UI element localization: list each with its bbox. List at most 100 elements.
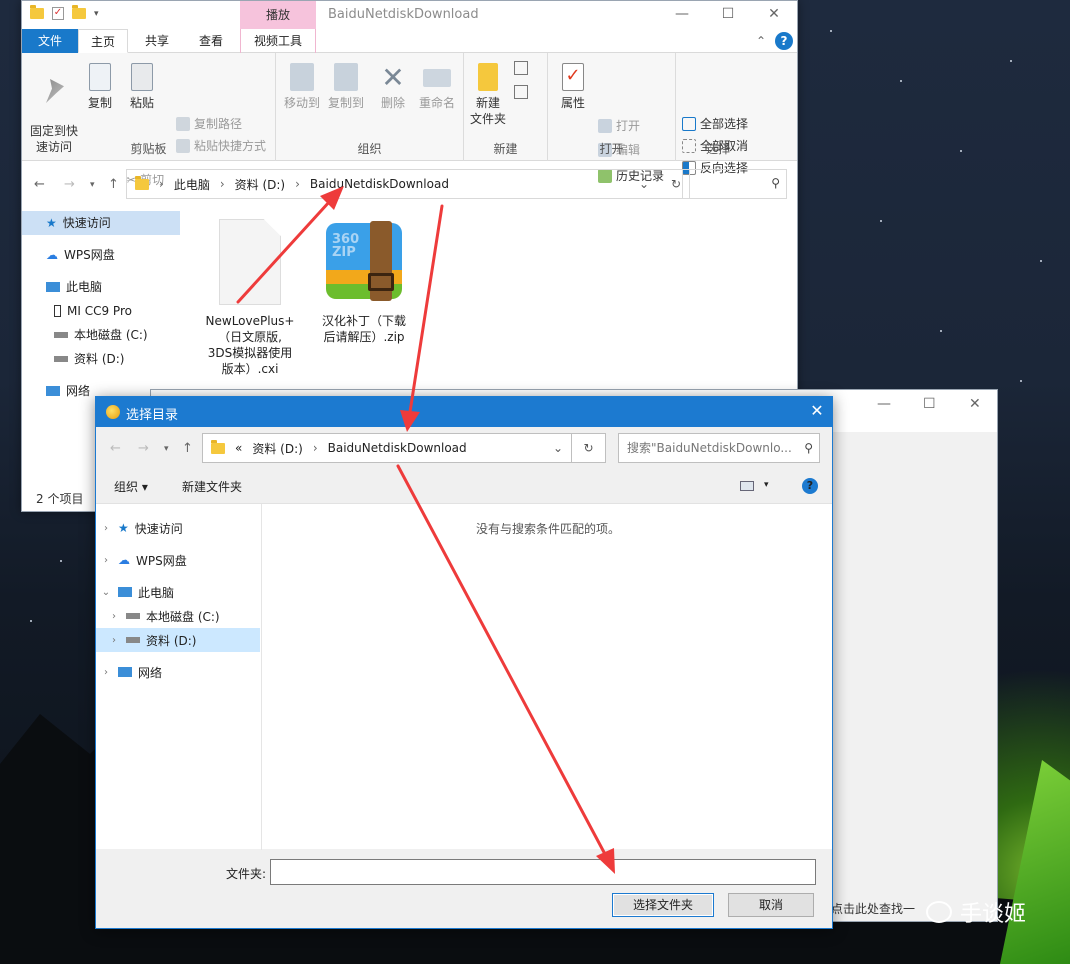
view-dropdown-icon[interactable]: ▾ [764,480,769,490]
tab-file[interactable]: 文件 [22,29,78,53]
delete-button[interactable]: ✕ 删除 [376,63,410,111]
open-icon [598,118,612,133]
bg-close-button[interactable]: ✕ [969,396,981,412]
context-tab-play[interactable]: 播放 [240,1,316,29]
copy-path-button[interactable]: 复制路径 [176,115,242,132]
dialog-recent-icon[interactable]: ▾ [164,444,169,454]
bg-maximize-button[interactable]: ☐ [923,396,936,412]
tree-wps-cloud[interactable]: › ☁ WPS网盘 [96,548,260,572]
view-options-icon[interactable] [740,481,754,491]
customize-qat-icon[interactable]: ▾ [94,9,99,19]
expand-arrow-icon[interactable]: › [108,635,120,646]
folder-icon[interactable] [30,5,44,19]
collapse-arrow-icon[interactable]: ⌄ [100,587,112,598]
tree-drive-d[interactable]: › 资料 (D:) [96,628,260,652]
dialog-back-button[interactable]: ← [110,441,121,456]
file-item-zip[interactable]: 360 ZIP 汉化补丁（下载 后请解压）.zip [316,219,412,345]
move-to-button[interactable]: 移动到 [282,63,322,111]
dialog-close-button[interactable]: ✕ [802,397,832,427]
dialog-help-icon[interactable]: ? [802,478,818,494]
copy-to-button[interactable]: 复制到 [326,63,366,111]
help-icon[interactable]: ? [775,32,793,50]
properties-check-icon[interactable]: ✓ [52,7,64,20]
refresh-icon[interactable]: ↻ [671,177,681,191]
nav-phone[interactable]: MI CC9 Pro [22,299,180,323]
rename-button[interactable]: 重命名 [416,63,458,111]
expand-arrow-icon[interactable]: › [108,611,120,622]
recent-locations-icon[interactable]: ▾ [90,180,95,190]
back-button[interactable]: ← [34,177,45,192]
dialog-refresh-button[interactable]: ↻ [572,433,606,463]
dialog-new-folder-button[interactable]: 新建文件夹 [182,478,242,495]
search-input[interactable]: ⚲ [682,169,787,199]
up-button[interactable]: ↑ [108,177,119,192]
breadcrumb-overflow[interactable]: « [235,441,242,455]
tree-network[interactable]: › 网络 [96,660,260,684]
tab-home[interactable]: 主页 [78,29,128,53]
dialog-address-bar[interactable]: « 资料 (D:) › BaiduNetdiskDownload ⌄ [202,433,572,463]
easy-access-icon[interactable] [514,85,528,99]
dialog-up-button[interactable]: ↑ [182,441,193,456]
forward-button[interactable]: → [64,177,75,192]
address-dropdown-icon[interactable]: ⌄ [639,177,649,191]
paste-button[interactable]: 粘贴 [126,63,158,111]
select-all-button[interactable]: 全部选择 [682,115,748,132]
nav-this-pc[interactable]: 此电脑 [22,275,180,299]
navigation-pane: ★ 快速访问 ☁ WPS网盘 此电脑 MI CC9 Pro 本地磁盘 (C:) 资料… [22,211,180,411]
open-button[interactable]: 打开 [598,117,640,134]
organize-group: 移动到 复制到 ✕ 删除 重命名 组织 [276,53,464,161]
expand-arrow-icon[interactable]: › [100,667,112,678]
cancel-button[interactable]: 取消 [728,893,814,917]
tree-drive-c[interactable]: › 本地磁盘 (C:) [96,604,260,628]
copy-button[interactable]: 复制 [84,63,116,111]
tree-this-pc[interactable]: ⌄ 此电脑 [96,580,260,604]
nav-drive-c[interactable]: 本地磁盘 (C:) [22,323,180,347]
copy-icon [89,63,111,91]
dialog-search-icon: ⚲ [804,441,813,455]
new-folder-button[interactable]: 新建 文件夹 [468,63,508,127]
drive-d-icon [126,637,140,643]
properties-icon: ✓ [562,63,584,91]
address-bar[interactable]: › 此电脑 › 资料 (D:) › BaiduNetdiskDownload ⌄… [126,169,690,199]
collapse-ribbon-icon[interactable]: ⌃ [751,29,771,53]
dialog-body: › ★ 快速访问 › ☁ WPS网盘 ⌄ 此电脑 › 本地磁盘 (C:) › 资料 (D:) … [96,503,832,850]
expand-arrow-icon[interactable]: › [100,555,112,566]
organize-group-label: 组织 [357,142,382,156]
breadcrumb-drive-d[interactable]: 资料 (D:) [235,176,285,193]
nav-quick-access[interactable]: ★ 快速访问 [22,211,180,235]
dialog-breadcrumb-current[interactable]: BaiduNetdiskDownload [328,441,467,455]
properties-button[interactable]: ✓ 属性 [556,63,590,111]
nav-wps-cloud[interactable]: ☁ WPS网盘 [22,243,180,267]
network-icon [46,386,60,396]
quick-access-toolbar: ✓ ▾ [30,5,99,20]
drive-c-icon [54,332,68,338]
dialog-address-dropdown-icon[interactable]: ⌄ [553,441,563,455]
dialog-breadcrumb-drive[interactable]: 资料 (D:) [252,440,302,457]
new-folder-icon[interactable] [72,5,86,19]
folder-tree: › ★ 快速访问 › ☁ WPS网盘 ⌄ 此电脑 › 本地磁盘 (C:) › 资料 (D:) … [96,504,262,850]
dialog-forward-button[interactable]: → [138,441,149,456]
new-item-icon[interactable] [514,61,528,75]
organize-menu[interactable]: 组织 ▾ [114,478,148,495]
tab-share[interactable]: 共享 [132,29,182,53]
close-button[interactable]: ✕ [751,1,797,29]
bg-minimize-button[interactable]: — [877,396,891,412]
tab-view[interactable]: 查看 [186,29,236,53]
tab-video-tools[interactable]: 视频工具 [240,29,316,53]
ribbon-tabs: 文件 主页 共享 查看 视频工具 ⌃ ? [22,29,797,53]
maximize-button[interactable]: ☐ [705,1,751,29]
file-item-cxi[interactable]: NewLovePlus+ （日文原版, 3DS模拟器使用 版本）.cxi [202,219,298,377]
background-hint-text[interactable]: 点击此处查找一 [831,900,915,917]
select-folder-button[interactable]: 选择文件夹 [612,893,714,917]
minimize-button[interactable]: — [659,1,705,29]
dialog-search-input[interactable]: 搜索"BaiduNetdiskDownlo... ⚲ [618,433,820,463]
select-all-icon [682,116,696,131]
new-group-label: 新建 [493,142,518,156]
tree-quick-access[interactable]: › ★ 快速访问 [96,516,260,540]
expand-arrow-icon[interactable]: › [100,523,112,534]
nav-drive-d[interactable]: 资料 (D:) [22,347,180,371]
network-icon [118,667,132,677]
breadcrumb-current[interactable]: BaiduNetdiskDownload [310,177,449,191]
breadcrumb-this-pc[interactable]: 此电脑 [174,176,210,193]
folder-name-input[interactable] [270,859,816,885]
